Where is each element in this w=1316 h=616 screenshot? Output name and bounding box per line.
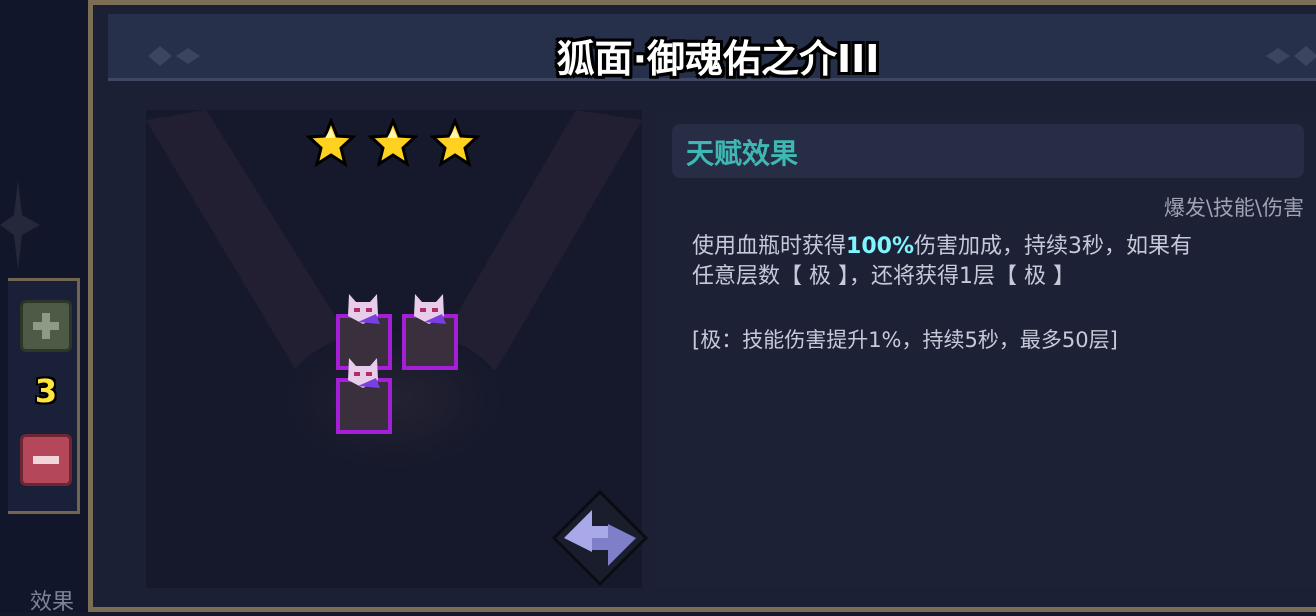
count-value: 3	[34, 372, 58, 410]
star-icon	[368, 118, 418, 168]
increase-button[interactable]	[20, 300, 72, 352]
right-ornament-icon	[1266, 46, 1316, 66]
description-line2: 任意层数【 极 】，还将获得1层【 极 】	[692, 264, 1075, 289]
description-suffix: 伤害加成，持续3秒，如果有	[913, 234, 1192, 259]
star-icon	[430, 118, 480, 168]
talent-title: 天赋效果	[686, 137, 799, 170]
description-highlight: 100%	[846, 234, 914, 259]
effect-tab[interactable]: 效果	[30, 584, 74, 616]
minus-icon	[33, 456, 59, 464]
star-icon	[306, 118, 356, 168]
talent-note: [极：技能伤害提升1%，持续5秒，最多50层]	[692, 328, 1118, 352]
description-prefix: 使用血瓶时获得	[692, 234, 847, 259]
title-bar: 狐面·御魂佑之介III	[108, 14, 1316, 81]
talent-header: 天赋效果	[672, 124, 1304, 178]
page-title: 狐面·御魂佑之介III	[556, 37, 880, 81]
plus-icon	[33, 313, 59, 339]
fox-mask-icon	[414, 294, 446, 324]
swap-button[interactable]	[552, 490, 648, 586]
star-rating	[306, 118, 480, 168]
fox-mask-icon	[348, 358, 380, 388]
talent-description: 使用血瓶时获得100%伤害加成，持续3秒，如果有 任意层数【 极 】，还将获得1…	[692, 232, 1292, 292]
fox-mask-icon	[348, 294, 380, 324]
decrease-button[interactable]	[20, 434, 72, 486]
ornament-icon	[0, 180, 40, 270]
talent-tags: 爆发\技能\伤害	[1163, 196, 1304, 220]
